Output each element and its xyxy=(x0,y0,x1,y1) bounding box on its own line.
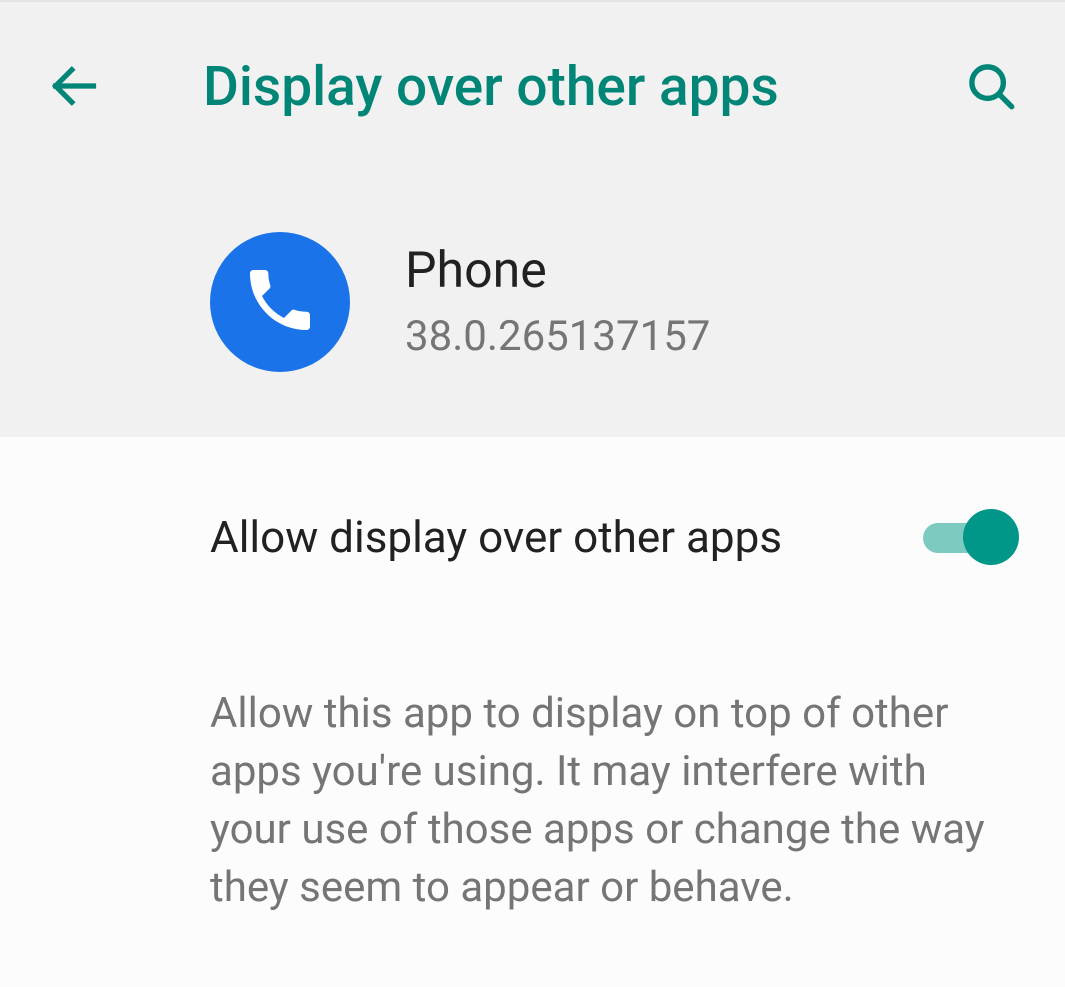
app-icon xyxy=(210,232,350,372)
allow-overlay-switch[interactable] xyxy=(923,509,1019,565)
toggle-label: Allow display over other apps xyxy=(210,511,923,563)
switch-thumb xyxy=(963,509,1019,565)
content-region: Allow display over other apps Allow this… xyxy=(0,437,1065,957)
app-text-block: Phone 38.0.265137157 xyxy=(405,243,710,362)
setting-description: Allow this app to display on top of othe… xyxy=(210,685,1010,917)
app-version: 38.0.265137157 xyxy=(405,312,710,361)
description-row: Allow this app to display on top of othe… xyxy=(0,605,1065,957)
arrow-back-icon xyxy=(48,60,100,115)
header-region: Display over other apps Phone 38.0.26513… xyxy=(0,0,1065,437)
toolbar: Display over other apps xyxy=(0,2,1065,172)
search-button[interactable] xyxy=(957,53,1025,121)
app-name: Phone xyxy=(405,243,710,301)
page-title: Display over other apps xyxy=(203,55,957,119)
search-icon xyxy=(964,59,1018,116)
back-button[interactable] xyxy=(40,53,108,121)
toggle-row[interactable]: Allow display over other apps xyxy=(0,437,1065,605)
app-info-row: Phone 38.0.265137157 xyxy=(0,172,1065,437)
phone-icon xyxy=(240,260,320,344)
